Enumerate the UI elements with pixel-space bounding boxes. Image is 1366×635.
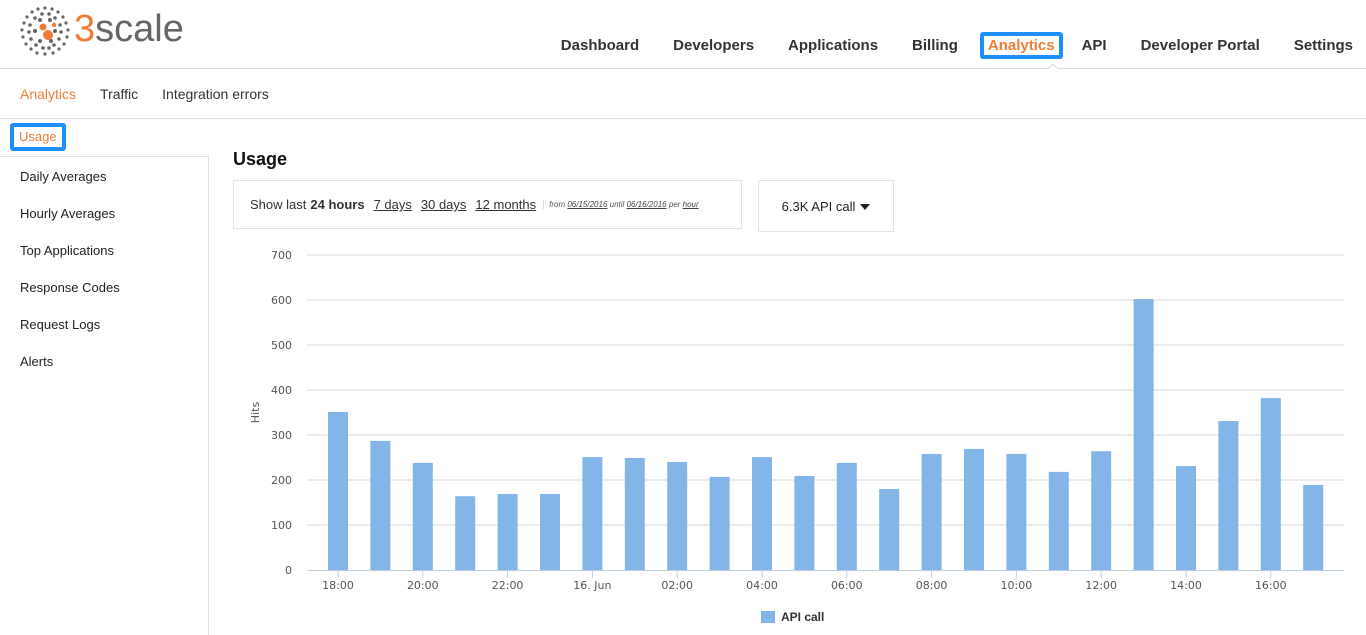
- granularity-link[interactable]: hour: [683, 200, 699, 209]
- sidebar-item-daily-averages[interactable]: Daily Averages: [0, 158, 208, 195]
- bar: [370, 440, 391, 570]
- main-nav: Dashboard Developers Applications Billin…: [532, 32, 1358, 59]
- bar: [1091, 451, 1112, 570]
- range-7-days-link[interactable]: 7 days: [374, 197, 412, 212]
- sidebar-panel: Daily Averages Hourly Averages Top Appli…: [0, 156, 209, 635]
- range-divider: [543, 199, 545, 210]
- bar: [964, 448, 984, 570]
- from-label: from: [549, 200, 566, 209]
- sidebar-item-alerts[interactable]: Alerts: [0, 343, 208, 380]
- brand-wordmark: 3scale: [74, 10, 184, 48]
- y-tick-label: 100: [271, 519, 292, 532]
- legend-label: API call: [781, 610, 824, 624]
- subnav-traffic[interactable]: Traffic: [100, 86, 138, 102]
- time-range-selector: Show last 24 hours 7 days 30 days 12 mon…: [233, 180, 742, 229]
- bar: [455, 496, 476, 570]
- subnav-integration-errors[interactable]: Integration errors: [162, 86, 269, 102]
- bar: [497, 493, 518, 570]
- x-tick-label: 18:00: [322, 579, 354, 592]
- bar: [709, 476, 730, 570]
- sidebar-item-hourly-averages[interactable]: Hourly Averages: [0, 195, 208, 232]
- x-tick-label: 04:00: [746, 579, 778, 592]
- x-tick-label: 22:00: [492, 579, 524, 592]
- 3scale-logo-icon: [20, 6, 70, 56]
- bar: [1048, 471, 1069, 570]
- nav-settings[interactable]: Settings: [1289, 32, 1358, 59]
- sidebar-item-top-applications[interactable]: Top Applications: [0, 232, 208, 269]
- usage-chart-svg: 0 100 200 300 400 500 600 700 Hits 18:00 20:00 22:0…: [249, 249, 1344, 624]
- nav-billing[interactable]: Billing: [907, 32, 963, 59]
- x-tick-label: 12:00: [1085, 579, 1117, 592]
- usage-chart: 0 100 200 300 400 500 600 700 Hits 18:00 20:00 22:0…: [233, 240, 1366, 635]
- until-label: until: [609, 200, 625, 209]
- y-tick-label: 200: [271, 474, 292, 487]
- until-date-link[interactable]: 06/16/2016: [627, 200, 667, 209]
- subnav-analytics[interactable]: Analytics: [20, 86, 76, 102]
- sidebar-item-request-logs[interactable]: Request Logs: [0, 306, 208, 343]
- x-tick-label: 16. Jun: [573, 579, 611, 592]
- y-tick-label: 600: [271, 294, 292, 307]
- bar: [752, 457, 772, 570]
- bar: [667, 462, 688, 570]
- x-tick-label: 02:00: [661, 579, 693, 592]
- bar: [1260, 398, 1281, 570]
- y-tick-label: 300: [271, 429, 292, 442]
- brand-prefix: 3: [74, 8, 96, 50]
- bar: [412, 462, 433, 570]
- from-date-link[interactable]: 06/15/2016: [567, 200, 607, 209]
- range-30-days-link[interactable]: 30 days: [421, 197, 467, 212]
- nav-dashboard[interactable]: Dashboard: [556, 32, 644, 59]
- y-tick-label: 0: [285, 564, 292, 577]
- bar: [1133, 299, 1154, 570]
- sidebar: Daily Averages Hourly Averages Top Appli…: [0, 119, 209, 635]
- show-last-label: Show last: [250, 197, 307, 212]
- x-tick-label: 14:00: [1170, 579, 1202, 592]
- bar: [921, 453, 942, 570]
- metric-selector-dropdown[interactable]: 6.3K API call: [758, 180, 894, 232]
- sidebar-item-usage[interactable]: Usage: [10, 123, 66, 151]
- bar: [328, 412, 348, 570]
- top-header: 3scale Dashboard Developers Applications…: [0, 0, 1366, 70]
- brand-logo[interactable]: 3scale: [18, 4, 184, 58]
- x-tick-label: 20:00: [407, 579, 439, 592]
- y-tick-label: 700: [271, 249, 292, 262]
- y-tick-label: 500: [271, 339, 292, 352]
- nav-developers[interactable]: Developers: [668, 32, 759, 59]
- bar: [1006, 453, 1027, 570]
- nav-applications[interactable]: Applications: [783, 32, 883, 59]
- nav-developer-portal[interactable]: Developer Portal: [1136, 32, 1265, 59]
- x-tick-label: 16:00: [1255, 579, 1287, 592]
- bar: [624, 457, 645, 570]
- sub-nav: Analytics Traffic Integration errors: [0, 69, 1366, 119]
- bar: [540, 493, 560, 570]
- page-title: Usage: [233, 149, 288, 169]
- x-tick-label: 08:00: [916, 579, 948, 592]
- caret-down-icon: [860, 204, 871, 210]
- bar: [582, 457, 603, 570]
- nav-analytics[interactable]: Analytics: [979, 32, 1063, 59]
- y-axis-label: Hits: [249, 402, 262, 424]
- x-tick-label: 06:00: [831, 579, 863, 592]
- per-label: per: [668, 200, 681, 209]
- range-12-months-link[interactable]: 12 months: [475, 197, 536, 212]
- brand-suffix: scale: [95, 8, 184, 50]
- custom-range: from 06/15/2016 until 06/16/2016 per hou…: [549, 200, 699, 209]
- range-current: 24 hours: [310, 197, 365, 212]
- bar: [879, 489, 900, 570]
- sidebar-item-response-codes[interactable]: Response Codes: [0, 269, 208, 306]
- metric-selector-label: 6.3K API call: [781, 198, 856, 214]
- bar: [1218, 421, 1239, 570]
- bar: [836, 462, 857, 570]
- bar: [794, 475, 815, 570]
- nav-api[interactable]: API: [1077, 32, 1112, 59]
- bar: [1303, 484, 1324, 570]
- legend-swatch: [761, 611, 775, 623]
- y-tick-label: 400: [271, 384, 292, 397]
- x-tick-label: 10:00: [1001, 579, 1033, 592]
- bar: [1176, 466, 1196, 570]
